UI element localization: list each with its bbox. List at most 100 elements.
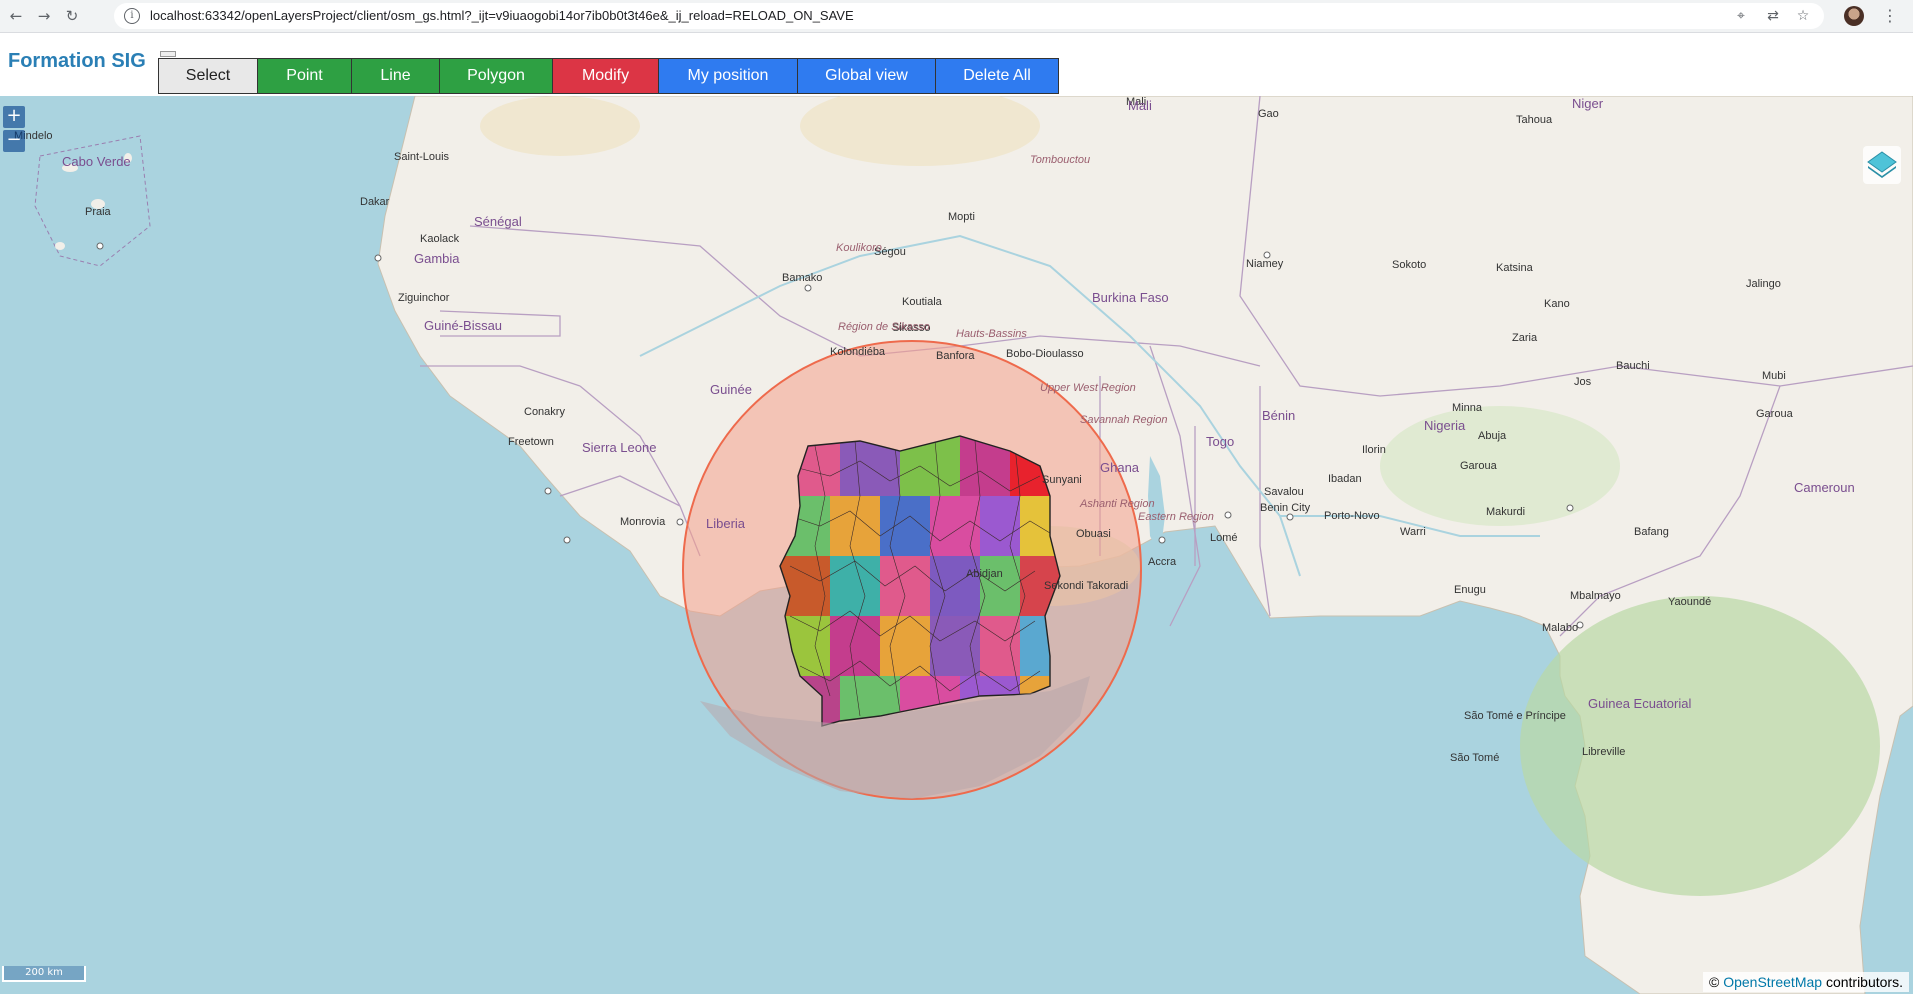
country-label-guinee: Guinée	[710, 382, 752, 397]
city-label-jos: Jos	[1574, 376, 1592, 388]
reload-icon[interactable]: ↻	[62, 6, 82, 26]
line-button[interactable]: Line	[352, 59, 440, 93]
city-label-lagos: Porto-Novo	[1324, 510, 1380, 522]
region-label-koulikoro: Koulikoro	[836, 242, 882, 254]
vegetation-patch	[1520, 596, 1880, 896]
city-label-agadez: Tahoua	[1516, 114, 1553, 126]
city-label-bamako: Bamako	[782, 272, 823, 284]
city-label-enugu: Makurdi	[1486, 506, 1526, 518]
city-label-sokoto: Sokoto	[1392, 259, 1427, 271]
region-label-savannah: Savannah Region	[1080, 414, 1168, 426]
region-label-eastern: Eastern Region	[1138, 511, 1214, 523]
city-label-abeokuta: Savalou	[1264, 486, 1304, 498]
info-icon[interactable]: i	[124, 8, 140, 24]
star-icon[interactable]: ☆	[1794, 7, 1812, 25]
scale-line: 200 km	[2, 966, 86, 982]
delete-all-button[interactable]: Delete All	[936, 59, 1058, 93]
mini-control[interactable]	[160, 51, 176, 57]
country-label-niger: Niger	[1572, 96, 1604, 111]
app-header: Formation SIG Select Point Line Polygon …	[0, 33, 1913, 96]
region-label-hauts-bassins: Hauts-Bassins	[956, 328, 1027, 340]
city-label-niamey: Niamey	[1246, 258, 1284, 270]
country-label-cabo-verde: Cabo Verde	[62, 154, 131, 169]
city-label-kolondieba: Kolondiéba	[830, 346, 886, 358]
toolbar: Select Point Line Polygon Modify My posi…	[158, 58, 1059, 94]
map-attribution: © OpenStreetMap contributors.	[1703, 972, 1909, 992]
city-label-minna: Minna	[1452, 402, 1482, 414]
city-label-abidjan: Abidjan	[966, 568, 1003, 580]
back-arrow-icon[interactable]: ←	[6, 6, 26, 26]
city-label-ibadan: Ibadan	[1328, 473, 1362, 485]
city-label-maroua: Mubi	[1762, 370, 1786, 382]
select-button[interactable]: Select	[159, 59, 258, 93]
attribution-copyright: ©	[1709, 974, 1720, 990]
country-label-togo: Togo	[1206, 434, 1235, 449]
zoom-in-button[interactable]: +	[3, 106, 25, 128]
city-label-ndjamena: Jalingo	[1746, 278, 1781, 290]
city-label-sao-tome: São Tomé	[1450, 752, 1500, 764]
my-position-button[interactable]: My position	[659, 59, 798, 93]
layers-icon	[1867, 151, 1897, 178]
region-label-sikasso: Région de Sikasso	[838, 321, 930, 333]
city-label-yaounde: Yaoundé	[1668, 596, 1712, 608]
city-label-porto-novo: Benin City	[1260, 502, 1311, 514]
location-icon[interactable]: ⌖	[1732, 7, 1750, 25]
forward-arrow-icon[interactable]: →	[34, 6, 54, 26]
city-label-kano: Kano	[1544, 298, 1570, 310]
city-label-obuasi: Obuasi	[1076, 528, 1111, 540]
country-label-sierra-leone: Sierra Leone	[582, 440, 657, 455]
city-label-banfora: Banfora	[936, 350, 975, 362]
map-label: Gao	[1258, 108, 1279, 120]
city-label-bauchi: Bauchi	[1616, 360, 1650, 372]
city-label-ziguinchor: Ziguinchor	[398, 292, 450, 304]
country-label-cameroun: Cameroun	[1794, 480, 1855, 495]
country-label-gambia: Gambia	[414, 251, 460, 266]
address-bar[interactable]: i localhost:63342/openLayersProject/clie…	[114, 3, 1824, 29]
region-label-ashanti: Ashanti Region	[1080, 498, 1155, 510]
country-label-nigeria: Nigeria	[1424, 418, 1466, 433]
city-label-accra: Accra	[1148, 556, 1177, 568]
map-viewport[interactable]: Mali Mali Niger Sénégal Gambia Guiné-Bis…	[0, 96, 1913, 994]
point-button[interactable]: Point	[258, 59, 352, 93]
zoom-out-button[interactable]: −	[3, 130, 25, 152]
country-label-liberia: Liberia	[706, 516, 746, 531]
city-label-zaria: Zaria	[1512, 332, 1538, 344]
url-text[interactable]: localhost:63342/openLayersProject/client…	[150, 8, 854, 23]
city-label-saint-louis: Saint-Louis	[394, 151, 450, 163]
avatar[interactable]	[1844, 6, 1864, 26]
kebab-menu-icon[interactable]: ⋮	[1882, 5, 1898, 27]
island	[55, 242, 65, 250]
map-canvas[interactable]	[0, 96, 1913, 994]
country-label-guinea-ecuatorial: Guinea Ecuatorial	[1588, 696, 1692, 711]
translate-icon[interactable]: ⇄	[1764, 7, 1782, 25]
browser-chrome: ← → ↻ i localhost:63342/openLayersProjec…	[0, 0, 1913, 33]
country-label-ghana: Ghana	[1100, 460, 1140, 475]
city-label-conakry: Conakry	[524, 406, 565, 418]
city-label-praia: Praia	[85, 206, 111, 218]
city-label-kaolack: Kaolack	[420, 233, 460, 245]
city-label-monrovia: Monrovia	[620, 516, 666, 528]
region-label-upper-west: Upper West Region	[1040, 382, 1136, 394]
country-label-sao-tome: São Tomé e Príncipe	[1464, 710, 1566, 722]
city-label-abuja: Abuja	[1478, 430, 1507, 442]
city-label-mopti: Mopti	[948, 211, 975, 223]
global-view-button[interactable]: Global view	[798, 59, 936, 93]
openstreetmap-link[interactable]: OpenStreetMap	[1723, 974, 1822, 990]
country-label-senegal: Sénégal	[474, 214, 522, 229]
city-label-malabo: Malabo	[1542, 622, 1579, 634]
layer-switcher-button[interactable]	[1863, 146, 1901, 184]
city-label-dakar: Dakar	[360, 196, 390, 208]
polygon-button[interactable]: Polygon	[440, 59, 553, 93]
city-label-freetown: Freetown	[508, 436, 554, 448]
city-label-benin-city: Warri	[1400, 526, 1426, 538]
city-label-sekondi-takoradi: Sekondi Takoradi	[1044, 580, 1129, 592]
city-label-makurdi: Garoua	[1460, 460, 1497, 472]
country-label-mali: Mali	[1128, 98, 1152, 113]
city-label-bamenda: Bafang	[1634, 526, 1669, 538]
attribution-suffix: contributors.	[1822, 974, 1903, 990]
city-label-garoua: Garoua	[1756, 408, 1793, 420]
region-label-tombouctou: Tombouctou	[1030, 154, 1091, 166]
zoom-control: + −	[3, 106, 25, 154]
city-label-port-harcourt: Enugu	[1454, 584, 1486, 596]
modify-button[interactable]: Modify	[553, 59, 659, 93]
